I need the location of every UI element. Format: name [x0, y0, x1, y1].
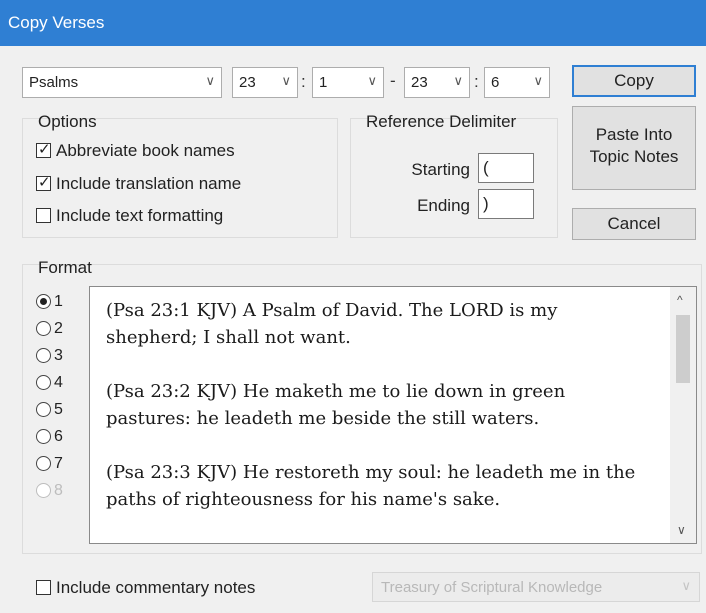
paste-button-label-line2: Topic Notes — [589, 147, 679, 166]
chevron-down-icon: ∨ — [281, 73, 291, 88]
format-option-label: 1 — [54, 293, 63, 310]
format-radio-3[interactable] — [36, 348, 51, 363]
chevron-down-icon: ∨ — [533, 73, 543, 88]
copy-button[interactable]: Copy — [572, 65, 696, 97]
format-radio-4[interactable] — [36, 375, 51, 390]
abbreviate-label: Abbreviate book names — [56, 141, 235, 160]
commentary-source-value: Treasury of Scriptural Knowledge — [381, 579, 603, 596]
format-radio-5[interactable] — [36, 402, 51, 417]
translation-label: Include translation name — [56, 174, 242, 193]
format-option-label: 8 — [54, 482, 63, 499]
chevron-down-icon[interactable]: ∨ — [677, 523, 686, 537]
start-verse-select[interactable]: 1 ∨ — [312, 67, 384, 98]
format-title: Format — [38, 258, 92, 277]
book-select[interactable]: Psalms ∨ — [22, 67, 222, 98]
commentary-checkbox[interactable] — [36, 580, 51, 595]
starting-delimiter-value: ( — [483, 158, 489, 177]
format-option-label: 4 — [54, 374, 63, 391]
format-radio-6[interactable] — [36, 429, 51, 444]
paste-into-topic-notes-button[interactable]: Paste Into Topic Notes — [572, 106, 696, 190]
format-radio-8 — [36, 483, 51, 498]
format-preview-box[interactable]: (Psa 23:1 KJV) A Psalm of David. The LOR… — [89, 286, 697, 544]
abbreviate-checkbox[interactable]: ✓ — [36, 141, 51, 158]
chapter-verse-separator: : — [474, 72, 479, 91]
chapter-verse-separator: : — [301, 72, 306, 91]
format-option-label: 7 — [54, 455, 63, 472]
translation-checkbox[interactable]: ✓ — [36, 174, 51, 191]
copy-button-label: Copy — [614, 71, 654, 90]
start-chapter-select[interactable]: 23 ∨ — [232, 67, 298, 98]
ending-label: Ending — [417, 196, 470, 215]
end-chapter-select[interactable]: 23 ∨ — [404, 67, 470, 98]
ending-delimiter-input[interactable]: ) — [478, 189, 534, 219]
options-title: Options — [38, 112, 97, 131]
format-option-label: 5 — [54, 401, 63, 418]
format-radio-7[interactable] — [36, 456, 51, 471]
end-verse-value: 6 — [491, 74, 500, 91]
preview-paragraph: (Psa 23:2 KJV) He maketh me to lie down … — [106, 381, 566, 429]
scrollbar-thumb[interactable] — [676, 315, 690, 383]
format-option-label: 2 — [54, 320, 63, 337]
format-radio-1[interactable] — [36, 294, 51, 309]
chevron-down-icon: ∨ — [453, 73, 463, 88]
delimiter-title: Reference Delimiter — [366, 112, 517, 131]
starting-label: Starting — [411, 160, 470, 179]
title-bar[interactable]: Copy Verses — [0, 0, 706, 46]
formatting-checkbox[interactable] — [36, 208, 51, 223]
window-title: Copy Verses — [8, 13, 105, 32]
paste-button-label-line1: Paste Into — [595, 125, 673, 144]
preview-paragraph: (Psa 23:3 KJV) He restoreth my soul: he … — [106, 462, 636, 510]
checkmark-icon: ✓ — [38, 141, 51, 158]
range-separator: - — [390, 71, 396, 90]
end-chapter-value: 23 — [411, 74, 428, 91]
format-option-label: 6 — [54, 428, 63, 445]
chevron-up-icon[interactable]: ^ — [677, 293, 683, 307]
format-radio-2[interactable] — [36, 321, 51, 336]
ending-delimiter-value: ) — [483, 194, 489, 213]
cancel-button-label: Cancel — [607, 214, 661, 233]
format-preview-text: (Psa 23:1 KJV) A Psalm of David. The LOR… — [106, 297, 646, 540]
formatting-label: Include text formatting — [56, 206, 224, 225]
start-chapter-value: 23 — [239, 74, 256, 91]
chevron-down-icon: ∨ — [681, 578, 691, 593]
dialog-body: Psalms ∨ 23 ∨ : 1 ∨ - 23 ∨ : 6 ∨ Copy Pa… — [0, 46, 706, 613]
chevron-down-icon: ∨ — [367, 73, 377, 88]
format-option-label: 3 — [54, 347, 63, 364]
starting-delimiter-input[interactable]: ( — [478, 153, 534, 183]
book-select-value: Psalms — [29, 74, 79, 91]
cancel-button[interactable]: Cancel — [572, 208, 696, 240]
checkmark-icon: ✓ — [38, 174, 51, 191]
end-verse-select[interactable]: 6 ∨ — [484, 67, 550, 98]
commentary-source-select: Treasury of Scriptural Knowledge ∨ — [372, 572, 700, 602]
chevron-down-icon: ∨ — [205, 73, 215, 88]
commentary-label: Include commentary notes — [56, 578, 256, 597]
start-verse-value: 1 — [319, 74, 328, 91]
preview-paragraph: (Psa 23:1 KJV) A Psalm of David. The LOR… — [106, 300, 558, 348]
preview-scrollbar[interactable]: ^ ∨ — [670, 287, 696, 543]
